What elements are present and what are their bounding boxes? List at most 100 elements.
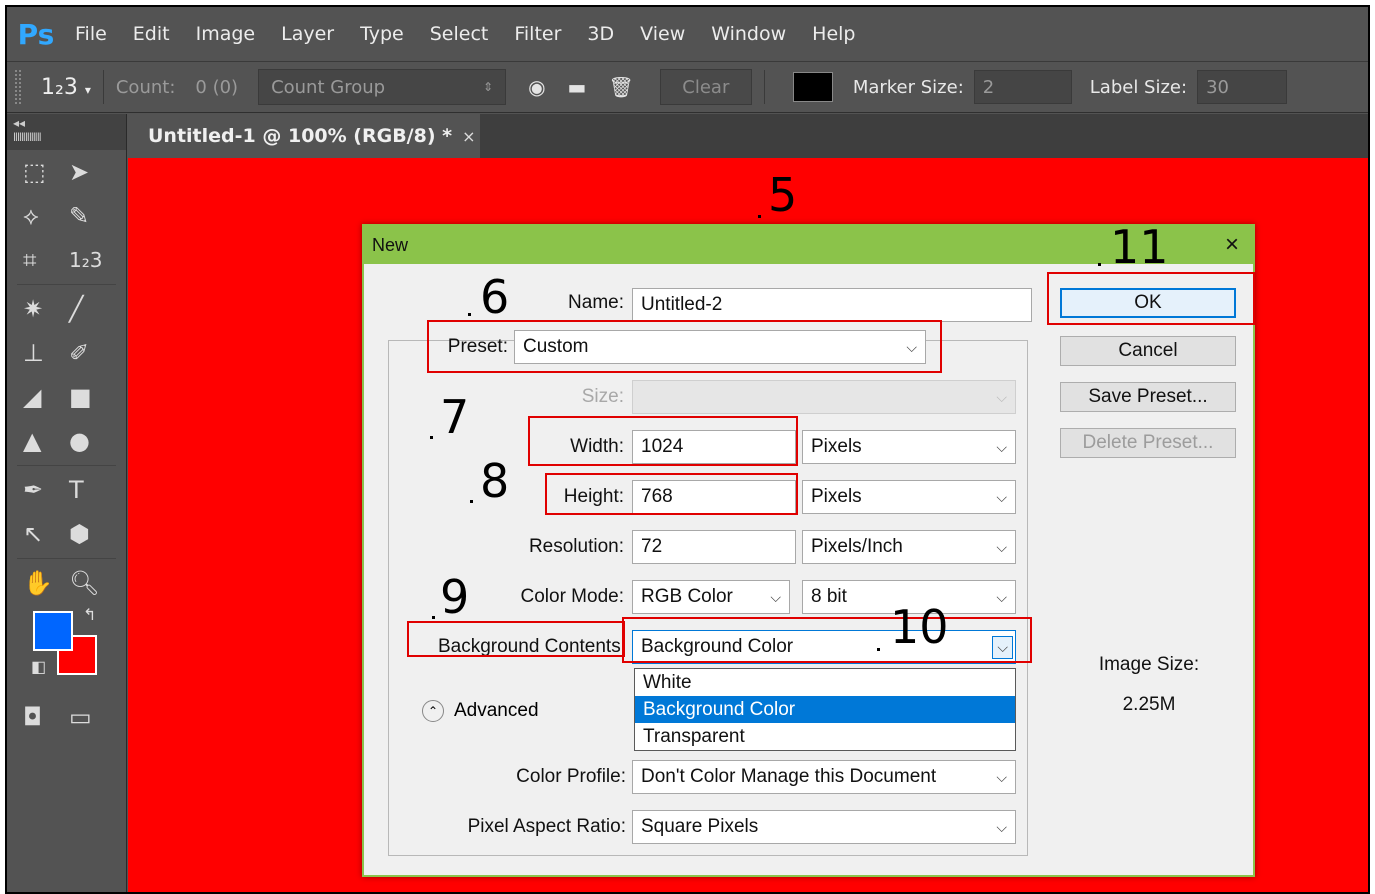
chevron-down-icon: ⌵ bbox=[996, 768, 1007, 785]
shape-tool-icon[interactable]: ⬢ bbox=[69, 520, 115, 548]
type-tool-icon[interactable]: T bbox=[69, 476, 115, 504]
count-tool-icon: 1₂3 bbox=[41, 74, 78, 100]
advanced-label: Advanced bbox=[454, 700, 539, 721]
gradient-tool-icon[interactable]: ■ bbox=[69, 383, 115, 411]
brush-tool-icon[interactable]: ╱ bbox=[69, 295, 115, 323]
default-colors-icon[interactable]: ◧ bbox=[31, 657, 46, 677]
color-mode-select[interactable]: RGB Color ⌵ bbox=[632, 580, 790, 614]
menu-image[interactable]: Image bbox=[196, 23, 256, 45]
close-tab-icon[interactable]: × bbox=[462, 127, 475, 146]
background-contents-dropdown-list: White Background Color Transparent bbox=[634, 668, 1016, 751]
height-unit-value: Pixels bbox=[811, 486, 862, 507]
options-bar: 1₂3 ▾ Count: 0 (0) Count Group ⇕ ◉ ▬ 🗑 C… bbox=[7, 61, 1368, 113]
foreground-color-swatch[interactable] bbox=[33, 611, 73, 651]
count-tool-preset-picker[interactable]: 1₂3 ▾ bbox=[41, 75, 91, 100]
quick-select-tool-icon[interactable]: ✎ bbox=[69, 202, 115, 230]
quick-mask-icon[interactable]: ◘ bbox=[23, 703, 69, 731]
tools-panel: ◂◂ ‖‖‖‖‖‖‖ ⬚ ➤ ⟡ ✎ ⌗ 1₂3 ✷ ╱ ⊥ ✐ ◢ ■ ▲ ● ✒ T ↖ ⬢ ✋… bbox=[7, 114, 127, 892]
chevron-down-icon: ⌵ bbox=[770, 588, 781, 605]
marker-size-input[interactable]: 2 bbox=[973, 70, 1072, 104]
updown-icon: ⇕ bbox=[483, 80, 494, 94]
clear-button[interactable]: Clear bbox=[659, 69, 752, 105]
collapse-panel-icon[interactable]: ◂◂ ‖‖‖‖‖‖‖ bbox=[7, 114, 126, 150]
annotation-dot bbox=[468, 313, 471, 316]
menu-view[interactable]: View bbox=[640, 23, 685, 45]
label-size-input[interactable]: 30 bbox=[1197, 70, 1288, 104]
color-profile-select[interactable]: Don't Color Manage this Document ⌵ bbox=[632, 760, 1016, 794]
document-tab[interactable]: Untitled-1 @ 100% (RGB/8) * × bbox=[128, 114, 480, 158]
menu-select[interactable]: Select bbox=[430, 23, 489, 45]
folder-icon[interactable]: ▬ bbox=[568, 75, 587, 99]
size-select: ⌵ bbox=[632, 380, 1016, 414]
screen-mode-icon[interactable]: ▭ bbox=[69, 703, 115, 731]
blur-tool-icon[interactable]: ▲ bbox=[23, 427, 69, 455]
annotation-number-10: 10 bbox=[890, 600, 949, 654]
clone-stamp-tool-icon[interactable]: ⊥ bbox=[23, 339, 69, 367]
image-size-label: Image Size: bbox=[1098, 654, 1200, 675]
eye-icon[interactable]: ◉ bbox=[528, 75, 545, 99]
chevron-down-icon: ⌵ bbox=[996, 488, 1007, 505]
resolution-unit-value: Pixels/Inch bbox=[811, 536, 903, 557]
menu-file[interactable]: File bbox=[75, 23, 107, 45]
resolution-input[interactable]: 72 bbox=[632, 530, 796, 564]
document-tab-bar: Untitled-1 @ 100% (RGB/8) * × bbox=[128, 114, 1368, 158]
resolution-label: Resolution: bbox=[528, 536, 624, 557]
marker-size-label: Marker Size: bbox=[852, 76, 964, 98]
annotation-box-ok bbox=[1047, 272, 1255, 325]
menu-window[interactable]: Window bbox=[711, 23, 786, 45]
menu-edit[interactable]: Edit bbox=[133, 23, 170, 45]
dropdown-option-white[interactable]: White bbox=[635, 669, 1015, 696]
resolution-unit-select[interactable]: Pixels/Inch ⌵ bbox=[802, 530, 1016, 564]
trash-icon[interactable]: 🗑 bbox=[608, 75, 633, 99]
menu-type[interactable]: Type bbox=[360, 23, 404, 45]
collapse-up-icon: ⌃ bbox=[422, 700, 444, 722]
width-unit-select[interactable]: Pixels ⌵ bbox=[802, 430, 1016, 464]
menu-layer[interactable]: Layer bbox=[281, 23, 334, 45]
count-tool-icon[interactable]: 1₂3 bbox=[69, 248, 115, 272]
chevron-down-icon: ⌵ bbox=[996, 538, 1007, 555]
count-group-select[interactable]: Count Group ⇕ bbox=[258, 69, 507, 105]
image-size-value: 2.25M bbox=[1122, 694, 1176, 715]
pixel-aspect-ratio-select[interactable]: Square Pixels ⌵ bbox=[632, 810, 1016, 844]
marquee-tool-icon[interactable]: ⬚ bbox=[23, 158, 69, 186]
photoshop-logo: Ps bbox=[15, 13, 57, 55]
close-icon[interactable]: × bbox=[1225, 231, 1239, 259]
history-brush-tool-icon[interactable]: ✐ bbox=[69, 339, 115, 367]
dropdown-option-transparent[interactable]: Transparent bbox=[635, 723, 1015, 750]
eraser-tool-icon[interactable]: ◢ bbox=[23, 383, 69, 411]
menu-filter[interactable]: Filter bbox=[514, 23, 561, 45]
menu-3d[interactable]: 3D bbox=[587, 23, 614, 45]
hand-tool-icon[interactable]: ✋ bbox=[23, 569, 69, 597]
annotation-number-6: 6 bbox=[480, 270, 510, 324]
annotation-dot bbox=[430, 436, 433, 439]
divider bbox=[17, 284, 116, 285]
spot-healing-tool-icon[interactable]: ✷ bbox=[23, 295, 69, 323]
menu-help[interactable]: Help bbox=[812, 23, 855, 45]
annotation-dot bbox=[470, 500, 473, 503]
advanced-toggle[interactable]: ⌃ Advanced bbox=[422, 700, 547, 722]
dropdown-option-background-color[interactable]: Background Color bbox=[635, 696, 1015, 723]
zoom-tool-icon[interactable]: 🔍︎ bbox=[69, 569, 115, 597]
dialog-title: New bbox=[372, 234, 409, 255]
move-tool-icon[interactable]: ➤ bbox=[69, 158, 115, 186]
menu-bar: Ps File Edit Image Layer Type Select Fil… bbox=[7, 7, 1368, 61]
swap-colors-icon[interactable]: ↰ bbox=[83, 605, 96, 625]
divider bbox=[17, 465, 116, 466]
name-input[interactable]: Untitled-2 bbox=[632, 288, 1032, 322]
save-preset-button[interactable]: Save Preset... bbox=[1060, 382, 1236, 412]
annotation-dot bbox=[432, 616, 435, 619]
lasso-tool-icon[interactable]: ⟡ bbox=[23, 202, 69, 230]
pen-tool-icon[interactable]: ✒ bbox=[23, 476, 69, 504]
crop-tool-icon[interactable]: ⌗ bbox=[23, 246, 69, 274]
cancel-button[interactable]: Cancel bbox=[1060, 336, 1236, 366]
document-tab-title: Untitled-1 @ 100% (RGB/8) * bbox=[148, 125, 453, 147]
color-mode-value: RGB Color bbox=[641, 586, 733, 607]
annotation-dot bbox=[1098, 263, 1101, 266]
annotation-dot bbox=[758, 215, 761, 218]
dodge-tool-icon[interactable]: ● bbox=[69, 427, 115, 455]
options-bar-grip[interactable] bbox=[15, 70, 21, 104]
count-color-swatch[interactable] bbox=[792, 72, 833, 102]
height-unit-select[interactable]: Pixels ⌵ bbox=[802, 480, 1016, 514]
path-selection-tool-icon[interactable]: ↖ bbox=[23, 520, 69, 548]
annotation-number-5: 5 bbox=[768, 168, 798, 222]
